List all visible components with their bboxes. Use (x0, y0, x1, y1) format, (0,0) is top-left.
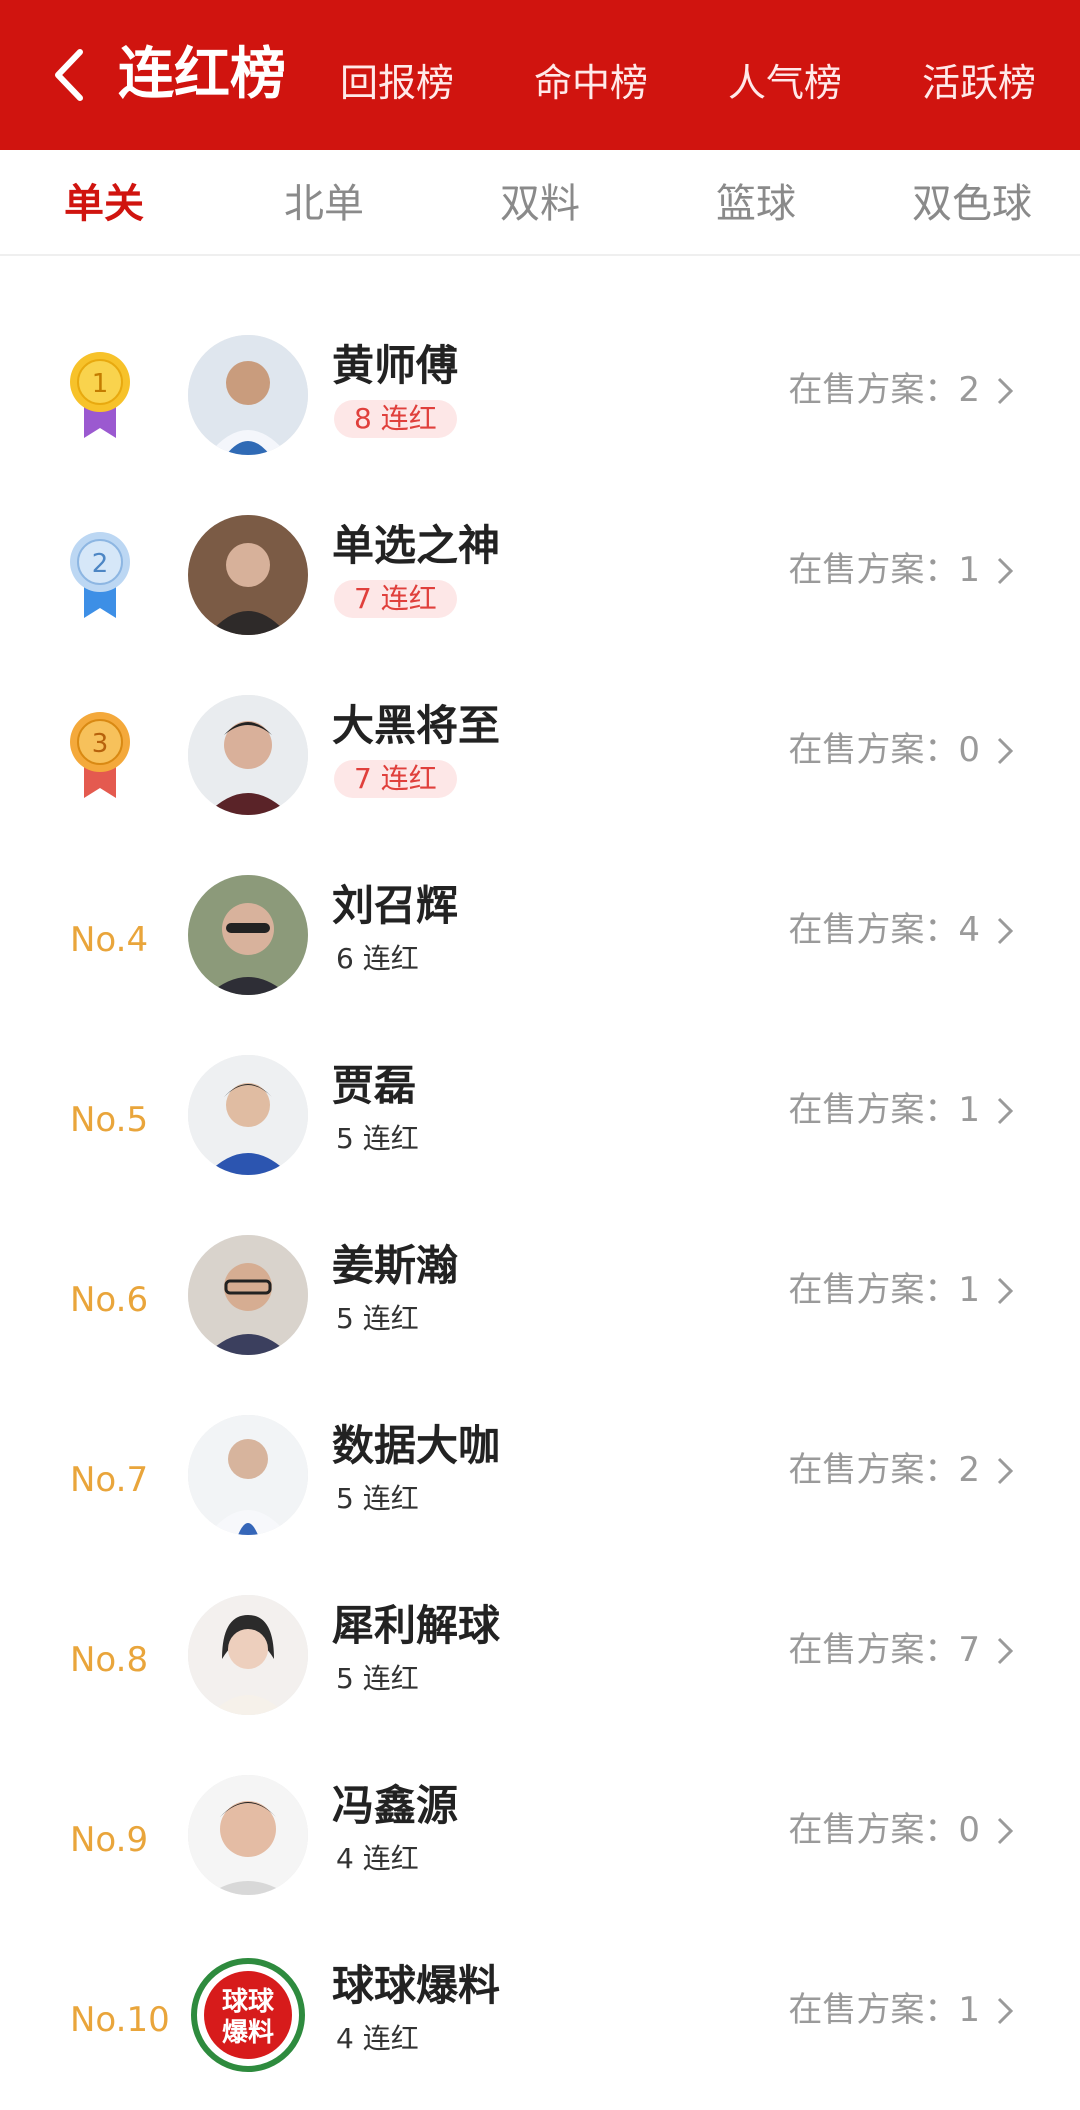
plans-on-sale: 在售方案：1 (788, 550, 980, 590)
expert-name: 黄师傅 (332, 341, 459, 390)
list-item[interactable]: No.9 冯鑫源 4 连红 在售方案：0 (0, 1750, 1080, 1930)
rank-label: No.5 (70, 1100, 149, 1140)
tab-hit-rank[interactable]: 命中榜 (534, 58, 648, 108)
rank-number: 3 (92, 729, 109, 759)
streak-label: 5 连红 (336, 1662, 419, 1695)
svg-text:球球: 球球 (222, 1987, 275, 2017)
avatar[interactable] (188, 1235, 308, 1355)
streak-badge: 7 连红 (334, 760, 457, 798)
streak-label: 6 连红 (336, 942, 419, 975)
list-item[interactable]: No.6 姜斯瀚 5 连红 在售方案：1 (0, 1210, 1080, 1390)
team-logo-icon: 球球 爆料 (190, 1957, 306, 2073)
plans-on-sale: 在售方案：1 (788, 1090, 980, 1130)
subtab-single[interactable]: 单关 (64, 178, 144, 230)
chevron-right-icon (997, 1277, 1014, 1305)
expert-name: 贾磊 (332, 1061, 417, 1110)
streak-label: 5 连红 (336, 1122, 419, 1155)
subtab-double[interactable]: 双料 (500, 178, 580, 230)
expert-name: 刘召辉 (332, 881, 459, 930)
list-item[interactable]: No.8 犀利解球 5 连红 在售方案：7 (0, 1570, 1080, 1750)
top-nav-bar: 连红榜 回报榜 命中榜 人气榜 活跃榜 (0, 0, 1080, 150)
expert-name: 冯鑫源 (332, 1781, 459, 1830)
expert-name: 球球爆料 (332, 1961, 501, 2010)
streak-label: 5 连红 (336, 1482, 419, 1515)
list-item[interactable]: No.4 刘召辉 6 连红 在售方案：4 (0, 850, 1080, 1030)
plans-on-sale: 在售方案：4 (788, 910, 980, 950)
streak-label: 5 连红 (336, 1302, 419, 1335)
page-title: 连红榜 (118, 42, 286, 107)
chevron-right-icon (997, 1817, 1014, 1845)
expert-name: 大黑将至 (332, 701, 501, 750)
list-item[interactable]: No.5 贾磊 5 连红 在售方案：1 (0, 1030, 1080, 1210)
plans-on-sale: 在售方案：0 (788, 1810, 980, 1850)
plans-on-sale: 在售方案：1 (788, 1270, 980, 1310)
rank-label: No.8 (70, 1640, 149, 1680)
expert-name: 姜斯瀚 (332, 1241, 459, 1290)
expert-name: 单选之神 (332, 521, 501, 570)
list-item[interactable]: No.7 数据大咖 5 连红 在售方案：2 (0, 1390, 1080, 1570)
expert-name: 数据大咖 (332, 1421, 501, 1470)
list-item[interactable]: No.10 球球 爆料 球球爆料 4 连红 在售方案：1 (0, 1930, 1080, 2110)
streak-badge: 7 连红 (334, 580, 457, 618)
chevron-right-icon (997, 1997, 1014, 2025)
expert-name: 犀利解球 (332, 1601, 501, 1650)
rank-label: No.4 (70, 920, 149, 960)
gold-medal-icon: 1 (70, 352, 130, 438)
chevron-right-icon (997, 737, 1014, 765)
avatar[interactable]: 球球 爆料 (188, 1955, 308, 2075)
chevron-right-icon (997, 557, 1014, 585)
list-item[interactable]: 2 单选之神 7 连红 在售方案：1 (0, 490, 1080, 670)
list-item[interactable]: 1 黄师傅 8 连红 在售方案：2 (0, 310, 1080, 490)
subtab-beidan[interactable]: 北单 (284, 178, 364, 230)
rank-number: 2 (92, 549, 109, 579)
plans-on-sale: 在售方案：7 (788, 1630, 980, 1670)
avatar[interactable] (188, 695, 308, 815)
back-arrow-icon[interactable] (50, 48, 90, 102)
rank-label: No.6 (70, 1280, 149, 1320)
bronze-medal-icon: 3 (70, 712, 130, 798)
avatar[interactable] (188, 1055, 308, 1175)
streak-badge: 8 连红 (334, 400, 457, 438)
plans-on-sale: 在售方案：0 (788, 730, 980, 770)
rank-label: No.10 (70, 2000, 170, 2040)
streak-label: 4 连红 (336, 2022, 419, 2055)
plans-on-sale: 在售方案：2 (788, 370, 980, 410)
chevron-right-icon (997, 917, 1014, 945)
avatar[interactable] (188, 875, 308, 995)
avatar[interactable] (188, 335, 308, 455)
tab-active-rank[interactable]: 活跃榜 (922, 58, 1036, 108)
plans-on-sale: 在售方案：2 (788, 1450, 980, 1490)
chevron-right-icon (997, 1637, 1014, 1665)
avatar[interactable] (188, 515, 308, 635)
rank-label: No.7 (70, 1460, 149, 1500)
subtab-basketball[interactable]: 篮球 (716, 178, 796, 230)
streak-label: 4 连红 (336, 1842, 419, 1875)
chevron-right-icon (997, 377, 1014, 405)
rank-number: 1 (92, 369, 109, 399)
avatar[interactable] (188, 1595, 308, 1715)
chevron-right-icon (997, 1457, 1014, 1485)
avatar[interactable] (188, 1415, 308, 1535)
subtab-lottery[interactable]: 双色球 (912, 178, 1032, 230)
chevron-right-icon (997, 1097, 1014, 1125)
plans-on-sale: 在售方案：1 (788, 1990, 980, 2030)
silver-medal-icon: 2 (70, 532, 130, 618)
category-tabs: 单关 北单 双料 篮球 双色球 (0, 150, 1080, 256)
tab-return-rank[interactable]: 回报榜 (340, 58, 454, 108)
list-item[interactable]: 3 大黑将至 7 连红 在售方案：0 (0, 670, 1080, 850)
avatar[interactable] (188, 1775, 308, 1895)
tab-popularity-rank[interactable]: 人气榜 (728, 58, 842, 108)
rank-label: No.9 (70, 1820, 149, 1860)
svg-text:爆料: 爆料 (222, 2018, 274, 2048)
